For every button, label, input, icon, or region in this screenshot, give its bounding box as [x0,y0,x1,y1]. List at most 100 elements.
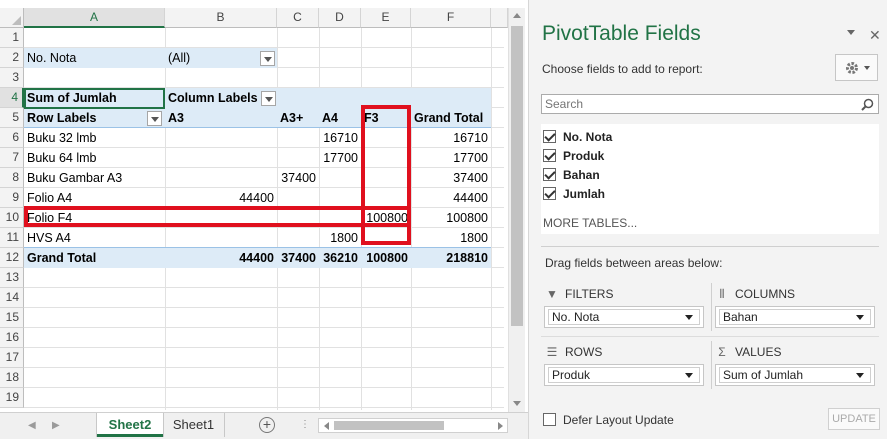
rows-field-pill[interactable]: Produk [548,367,700,383]
column-header-c[interactable]: C [277,8,319,28]
value-cell[interactable]: 37400 [411,168,491,188]
row-label-cell[interactable]: Buku 64 lmb [24,148,165,168]
column-header-b[interactable]: B [165,8,277,28]
rows-icon: ☰ [546,345,558,359]
row-header[interactable]: 12 [0,248,24,268]
value-cell[interactable]: 17700 [319,148,361,168]
filter-dropdown-icon[interactable] [260,51,275,66]
row-label-cell[interactable]: Buku 32 lmb [24,128,165,148]
spreadsheet[interactable]: A B C D E F 1 2 3 4 5 6 7 8 9 10 11 12 13 14 15 16 17 18 1… [0,0,528,439]
defer-checkbox[interactable] [543,413,556,427]
value-cell[interactable]: 44400 [411,188,491,208]
row-header[interactable]: 10 [0,208,24,228]
row-label-cell[interactable]: Folio A4 [24,188,165,208]
row-header[interactable]: 8 [0,168,24,188]
tab-split-handle-icon[interactable]: ⋮ [300,420,310,430]
scroll-down-button[interactable] [509,396,526,411]
row-header[interactable]: 14 [0,288,24,308]
sheet-tab-sheet1[interactable]: Sheet1 [163,413,225,437]
value-cell[interactable]: 37400 [277,168,319,188]
value-cell[interactable] [277,228,319,248]
row-header[interactable]: 3 [0,68,24,88]
column-header-a[interactable]: A [24,8,165,28]
field-checkbox[interactable] [543,149,556,163]
field-item[interactable]: Jumlah [543,185,605,204]
columns-field-pill[interactable]: Bahan [719,309,871,325]
row-header[interactable]: 6 [0,128,24,148]
value-cell[interactable] [319,188,361,208]
row-header[interactable]: 7 [0,148,24,168]
field-checkbox[interactable] [543,187,556,201]
field-search-box[interactable] [541,94,879,114]
rows-area[interactable]: Produk [544,364,704,386]
row-header[interactable]: 18 [0,368,24,388]
row-header[interactable]: 19 [0,388,24,408]
tools-button[interactable] [835,54,878,81]
add-sheet-icon[interactable]: + [259,417,275,433]
value-cell[interactable] [277,188,319,208]
row-header[interactable]: 5 [0,108,24,128]
value-cell[interactable] [277,128,319,148]
row-header[interactable]: 1 [0,28,24,48]
row-header[interactable]: 4 [0,88,24,108]
filters-title: FILTERS [565,287,614,301]
value-cell[interactable]: 1800 [319,228,361,248]
scroll-left-button[interactable] [319,419,332,432]
column-header-g[interactable] [491,8,508,28]
field-checkbox[interactable] [543,130,556,144]
defer-layout-update[interactable]: Defer Layout Update [543,413,674,427]
row-header[interactable]: 13 [0,268,24,288]
field-item[interactable]: Produk [543,147,604,166]
vertical-scroll-thumb[interactable] [511,26,523,326]
value-cell[interactable]: 16710 [319,128,361,148]
pane-options-caret-icon[interactable] [847,30,855,35]
value-cell[interactable] [165,228,277,248]
row-header[interactable]: 9 [0,188,24,208]
field-item[interactable]: No. Nota [543,128,612,147]
filters-area[interactable]: No. Nota [544,306,704,328]
row-labels-dropdown-icon[interactable] [147,111,162,126]
more-tables-link[interactable]: MORE TABLES... [543,216,637,230]
row-header[interactable]: 11 [0,228,24,248]
horizontal-scrollbar[interactable] [318,418,508,433]
value-cell[interactable]: 17700 [411,148,491,168]
sheet-tab-sheet2[interactable]: Sheet2 [97,413,163,437]
column-labels-dropdown-icon[interactable] [261,91,276,106]
value-cell[interactable] [165,148,277,168]
row-header[interactable]: 15 [0,308,24,328]
search-input[interactable] [542,95,842,113]
scroll-up-button[interactable] [509,8,526,23]
column-header-f[interactable]: F [411,8,491,28]
values-area[interactable]: Sum of Jumlah [715,364,875,386]
column-header-e[interactable]: E [361,8,411,28]
value-cell[interactable] [165,128,277,148]
columns-area[interactable]: Bahan [715,306,875,328]
horizontal-scroll-thumb[interactable] [334,421,444,430]
value-cell[interactable] [319,168,361,188]
value-cell[interactable] [277,148,319,168]
values-field-pill[interactable]: Sum of Jumlah [719,367,871,383]
update-button[interactable]: UPDATE [828,408,880,430]
prev-sheet-icon[interactable]: ◀ [28,421,38,431]
row-header[interactable]: 16 [0,328,24,348]
scroll-right-button[interactable] [493,419,506,432]
row-label-cell[interactable]: HVS A4 [24,228,165,248]
row-label-cell[interactable]: Buku Gambar A3 [24,168,165,188]
value-cell[interactable]: 1800 [411,228,491,248]
select-all-corner[interactable] [0,8,24,28]
close-icon[interactable]: ✕ [869,27,881,44]
vertical-scrollbar[interactable] [508,8,525,412]
field-item[interactable]: Bahan [543,166,600,185]
sheet-tab-bar: ◀ ▶ Sheet2 Sheet1 + ⋮ [0,412,528,439]
value-cell[interactable] [165,168,277,188]
column-header-d[interactable]: D [319,8,361,28]
filters-field-pill[interactable]: No. Nota [548,309,700,325]
row-header[interactable]: 2 [0,48,24,68]
field-checkbox[interactable] [543,168,556,182]
value-cell[interactable]: 100800 [411,208,491,228]
next-sheet-icon[interactable]: ▶ [52,421,62,431]
row-header[interactable]: 17 [0,348,24,368]
value-cell[interactable]: 16710 [411,128,491,148]
value-cell[interactable]: 44400 [165,188,277,208]
search-icon[interactable] [861,98,874,111]
